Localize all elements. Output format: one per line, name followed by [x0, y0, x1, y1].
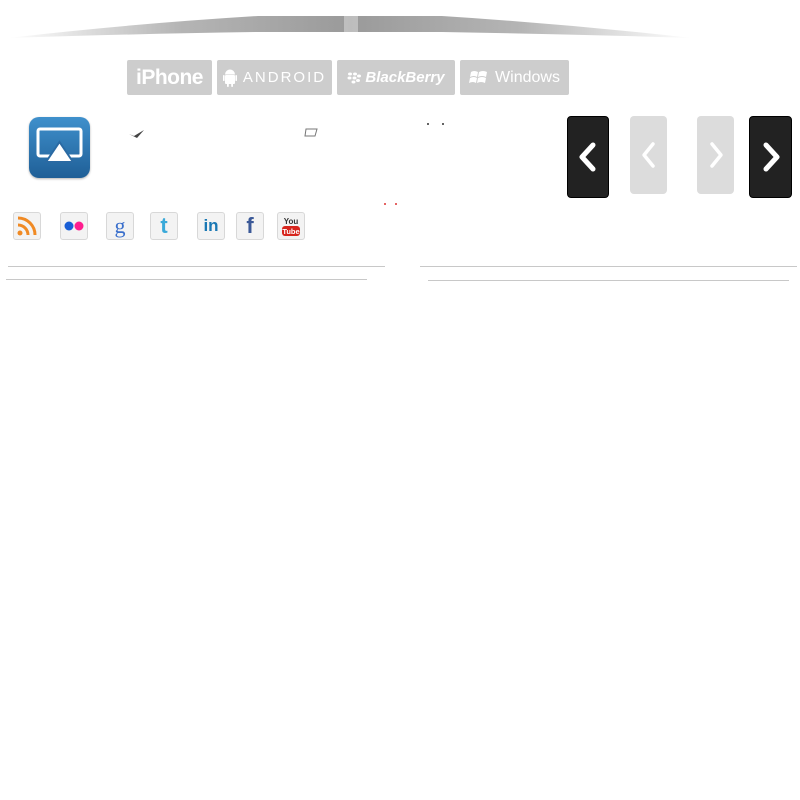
twitter-glyph: t	[160, 213, 168, 238]
svg-text:Tube: Tube	[282, 227, 299, 236]
tab-blackberry[interactable]: BlackBerry	[337, 60, 455, 95]
windows-icon	[469, 70, 488, 83]
linkedin-icon[interactable]: in	[197, 212, 225, 240]
google-icon[interactable]: g	[106, 212, 134, 240]
prev-button-disabled[interactable]	[630, 116, 667, 194]
red-dots-icon	[384, 203, 397, 205]
tab-windows-label: Windows	[495, 68, 560, 86]
tab-blackberry-label: BlackBerry	[365, 69, 445, 86]
youtube-glyph: You Tube	[282, 217, 300, 236]
android-icon	[222, 69, 237, 87]
airplay-glyph	[36, 127, 83, 163]
rss-glyph	[17, 216, 37, 236]
tab-android[interactable]: ANDROID	[217, 60, 332, 95]
divider	[6, 279, 367, 280]
linkedin-glyph: in	[203, 216, 219, 235]
divider	[420, 266, 797, 267]
google-glyph: g	[114, 213, 126, 238]
flickr-glyph	[64, 221, 84, 231]
youtube-icon[interactable]: You Tube	[277, 212, 305, 240]
tab-iphone[interactable]: iPhone	[127, 60, 212, 95]
next-button[interactable]	[749, 116, 792, 198]
airplay-icon[interactable]	[29, 117, 90, 178]
header-swoosh	[8, 14, 692, 38]
tag-icon	[304, 128, 318, 137]
facebook-icon[interactable]: f	[236, 212, 264, 240]
prev-button[interactable]	[567, 116, 609, 198]
next-button-disabled[interactable]	[697, 116, 734, 194]
chevron-right-icon	[763, 142, 779, 172]
tab-windows[interactable]: Windows	[460, 60, 569, 95]
svg-text:You: You	[284, 217, 299, 226]
blackberry-icon	[347, 72, 362, 83]
checkmark-icon	[129, 130, 144, 138]
flickr-icon[interactable]	[60, 212, 88, 240]
divider	[428, 280, 789, 281]
tab-iphone-label: iPhone	[135, 65, 204, 89]
chevron-left-icon	[579, 142, 596, 172]
facebook-glyph: f	[246, 213, 254, 238]
divider	[8, 266, 385, 267]
chevron-right-icon	[709, 142, 723, 168]
chevron-left-icon	[641, 142, 655, 168]
dots-icon	[427, 123, 444, 125]
twitter-icon[interactable]: t	[150, 212, 178, 240]
rss-icon[interactable]	[13, 212, 41, 240]
tab-android-label: ANDROID	[242, 69, 327, 86]
